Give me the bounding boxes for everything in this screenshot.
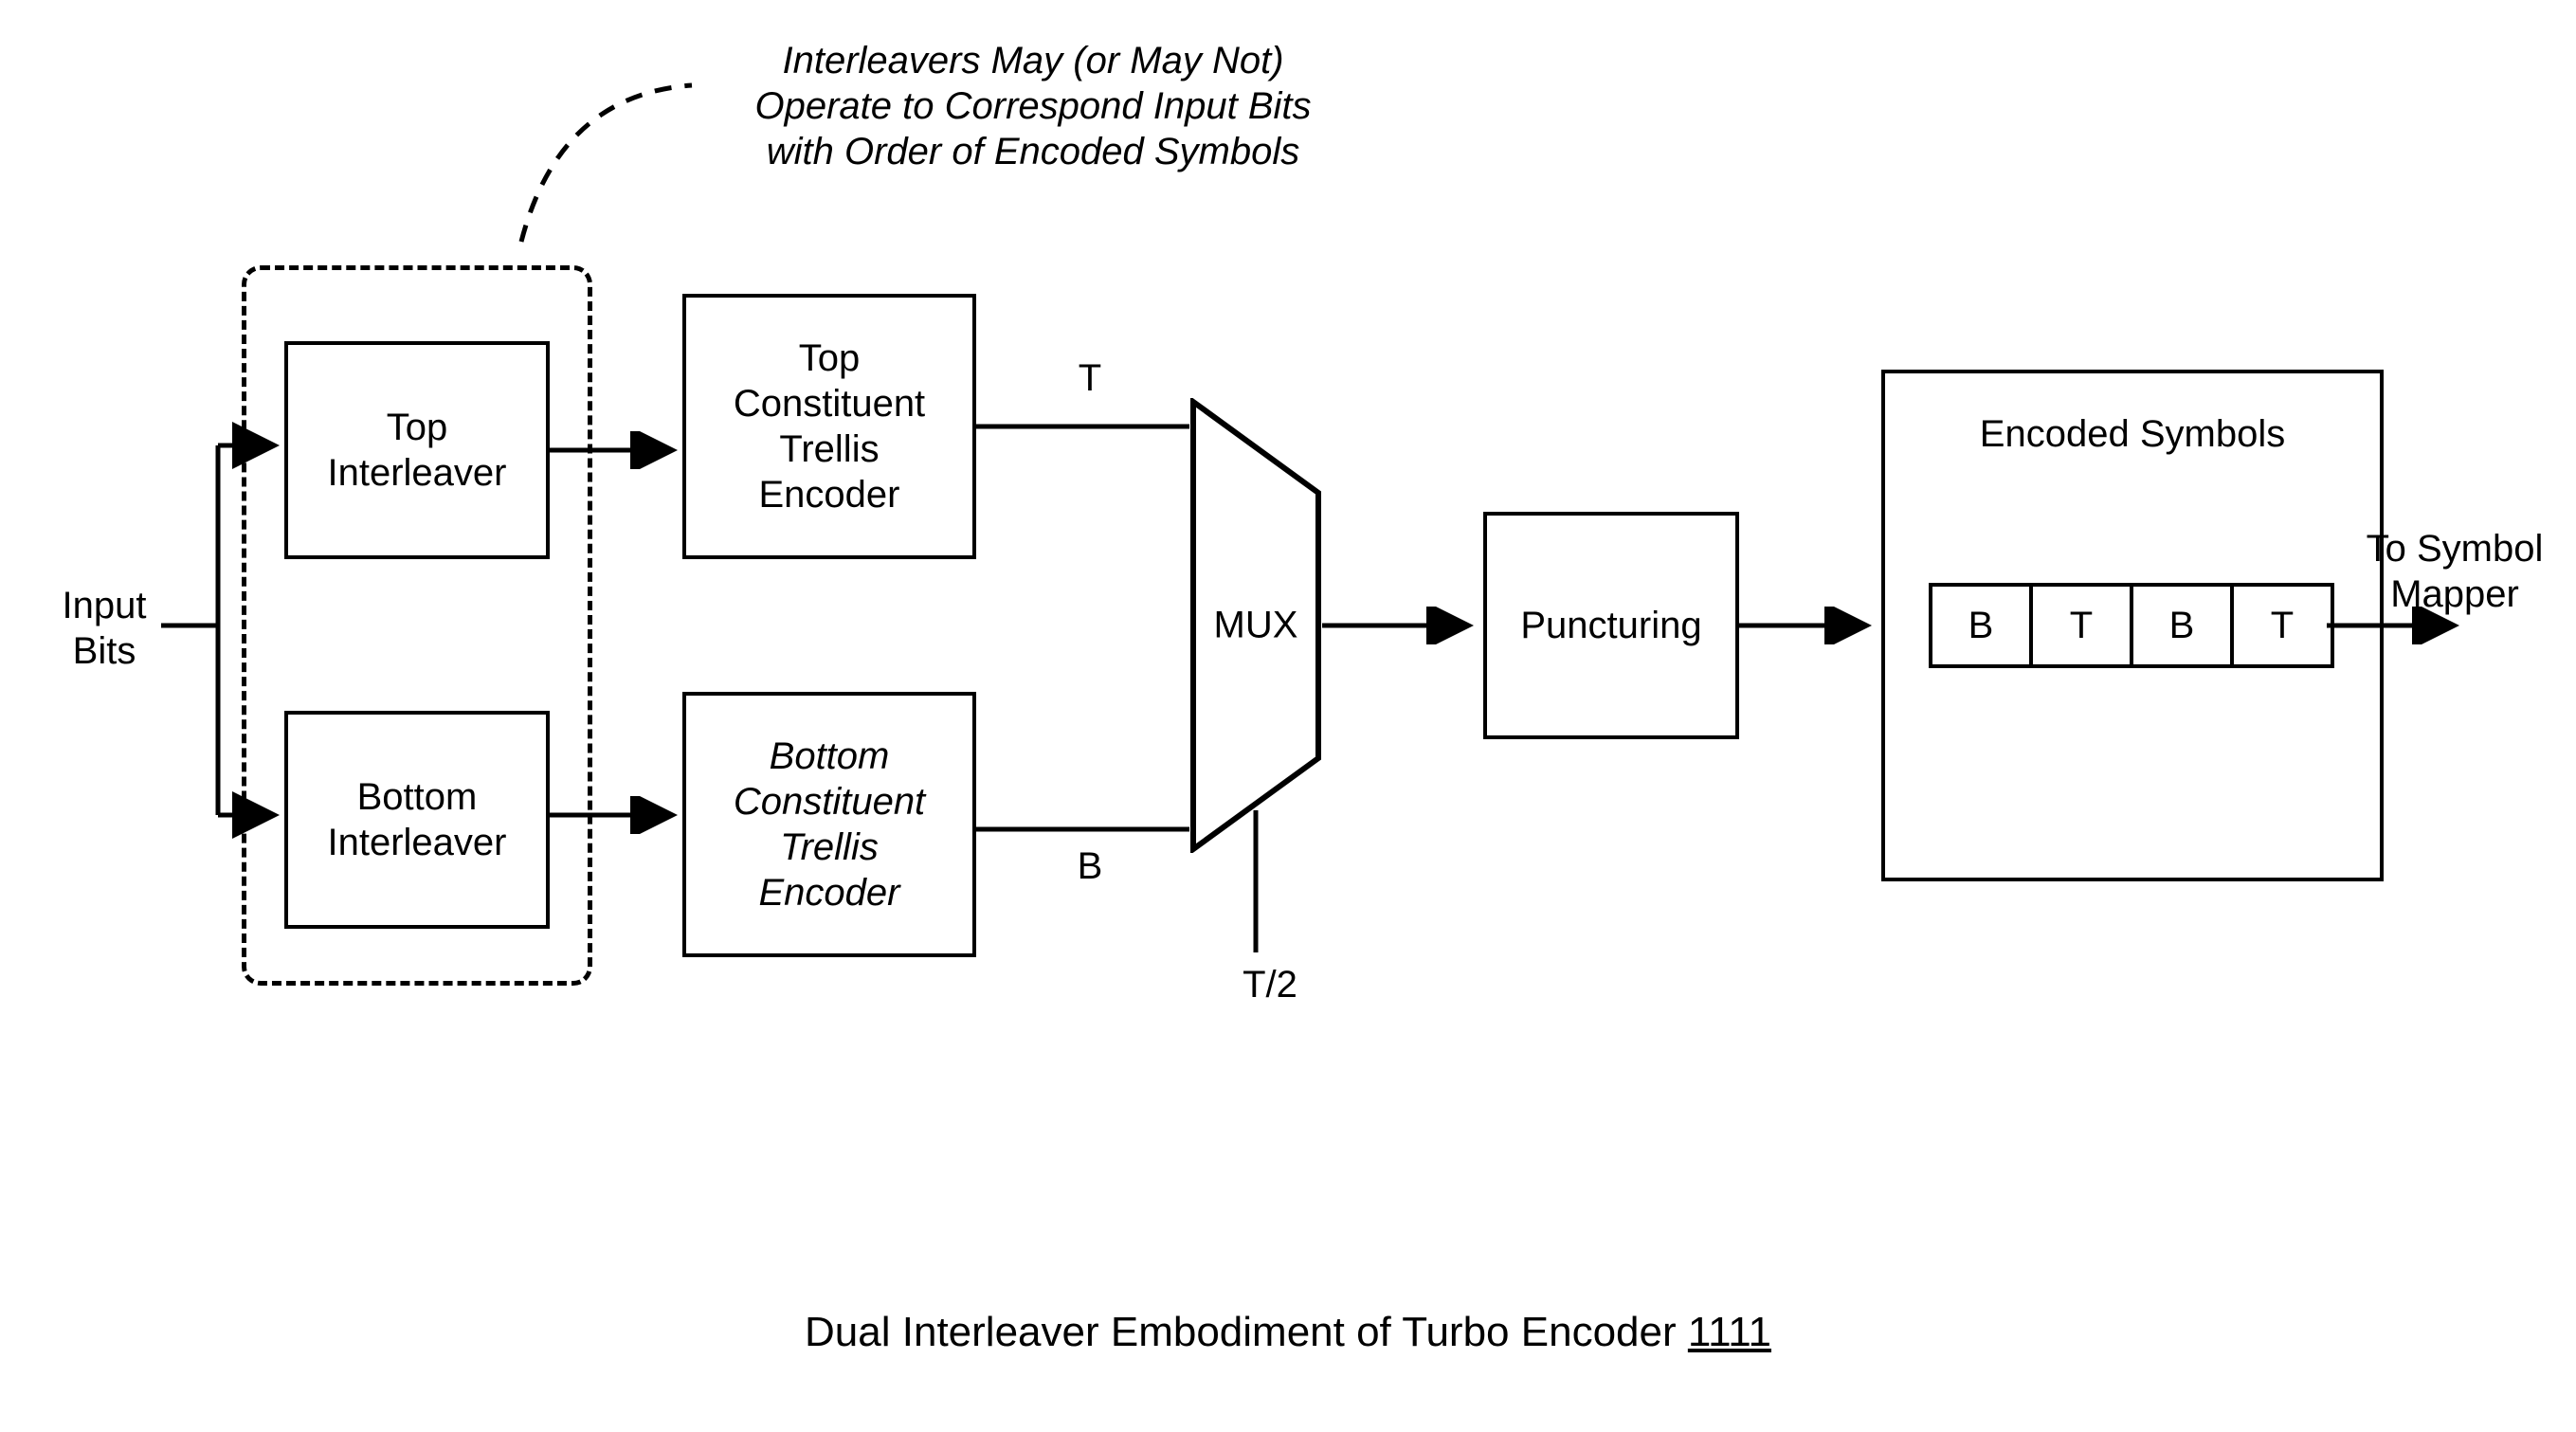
arrow-top-interleaver-to-encoder — [550, 431, 687, 469]
input-bits-l2: Bits — [73, 630, 136, 672]
symbol-cell-0: B — [1929, 583, 2033, 668]
annotation-line2: Operate to Correspond Input Bits — [755, 85, 1312, 127]
encoded-symbols-row: B T B T — [1929, 583, 2334, 668]
top-interleaver-block: Top Interleaver — [284, 341, 550, 559]
figure-caption: Dual Interleaver Embodiment of Turbo Enc… — [0, 1308, 2576, 1358]
bottom-encoder-l3: Trellis — [780, 826, 879, 868]
top-encoder-l2: Constituent — [734, 383, 925, 425]
bottom-encoder-block: Bottom Constituent Trellis Encoder — [682, 692, 976, 957]
bottom-encoder-l1: Bottom — [770, 735, 890, 777]
symbol-cell-2: B — [2130, 583, 2234, 668]
signal-t-label: T — [1061, 355, 1118, 401]
puncturing-block: Puncturing — [1483, 512, 1739, 739]
top-encoder-l1: Top — [799, 337, 861, 379]
top-interleaver-l1: Top — [387, 407, 448, 448]
bottom-interleaver-l1: Bottom — [357, 776, 478, 818]
annotation-leader — [502, 57, 701, 246]
input-bits-label: Input Bits — [43, 583, 166, 674]
caption-text: Dual Interleaver Embodiment of Turbo Enc… — [805, 1309, 1688, 1355]
bottom-encoder-l4: Encoder — [759, 872, 900, 914]
top-encoder-l3: Trellis — [779, 428, 879, 470]
annotation-line1: Interleavers May (or May Not) — [782, 40, 1283, 82]
output-l2: Mapper — [2390, 573, 2519, 615]
input-bits-l1: Input — [63, 585, 147, 626]
annotation-line3: with Order of Encoded Symbols — [767, 131, 1299, 172]
top-encoder-l4: Encoder — [759, 474, 900, 516]
bottom-interleaver-l2: Interleaver — [328, 822, 507, 863]
output-label: To Symbol Mapper — [2346, 526, 2564, 617]
mux-clock-label: T/2 — [1223, 962, 1317, 1007]
caption-ref: 1111 — [1688, 1309, 1771, 1355]
puncturing-label: Puncturing — [1520, 603, 1701, 648]
annotation-text: Interleavers May (or May Not) Operate to… — [682, 38, 1384, 174]
bottom-interleaver-block: Bottom Interleaver — [284, 711, 550, 929]
mux-clock-line — [1237, 810, 1275, 962]
arrow-mux-to-puncturing — [1322, 607, 1483, 644]
bottom-encoder-l2: Constituent — [734, 781, 925, 823]
symbol-cell-1: T — [2029, 583, 2133, 668]
top-encoder-block: Top Constituent Trellis Encoder — [682, 294, 976, 559]
symbol-cell-3: T — [2230, 583, 2334, 668]
arrow-puncturing-to-encoded — [1739, 607, 1881, 644]
encoded-symbols-title: Encoded Symbols — [1980, 411, 2285, 457]
top-interleaver-l2: Interleaver — [328, 452, 507, 494]
mux-block: MUX — [1189, 398, 1322, 853]
output-l1: To Symbol — [2367, 528, 2544, 570]
input-split-arrows — [161, 408, 294, 853]
arrow-bottom-interleaver-to-encoder — [550, 796, 687, 834]
line-bottom-encoder-to-mux — [976, 810, 1194, 848]
signal-b-label: B — [1061, 843, 1118, 889]
mux-label: MUX — [1214, 605, 1298, 647]
line-top-encoder-to-mux — [976, 408, 1194, 445]
